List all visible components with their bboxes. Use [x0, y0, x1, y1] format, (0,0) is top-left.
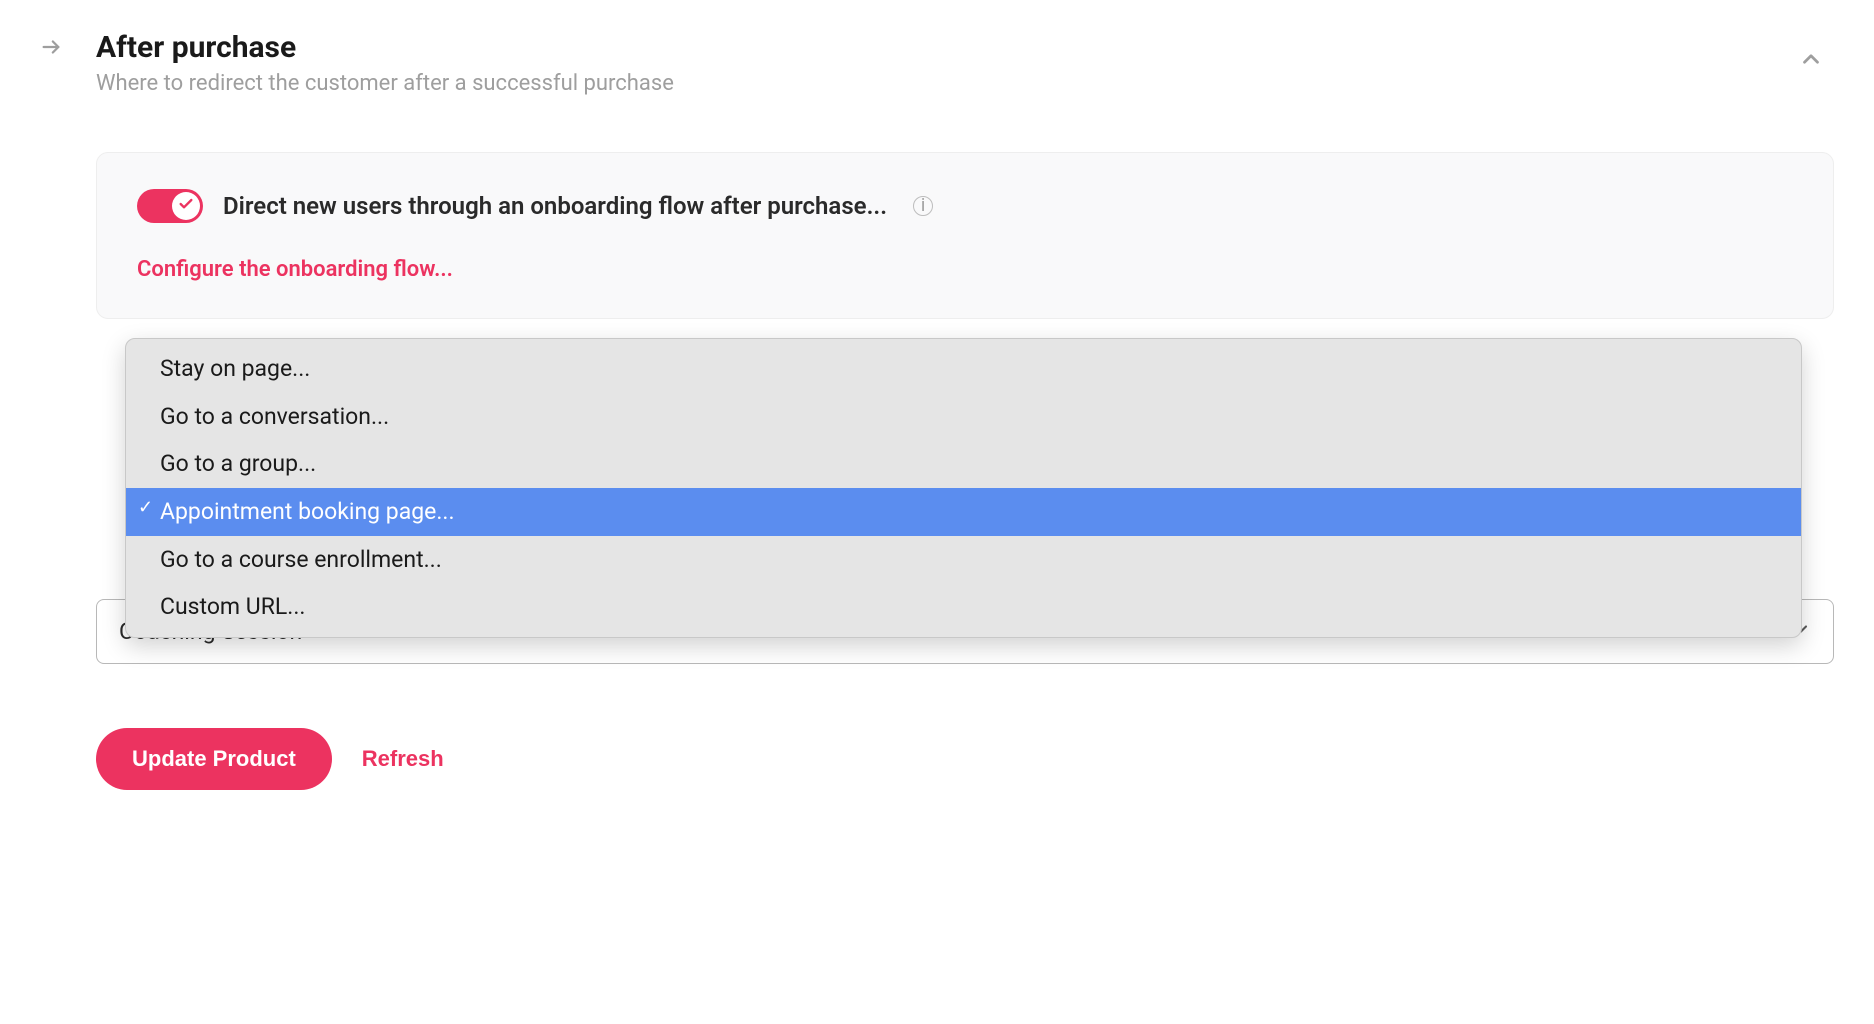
onboarding-toggle-label: Direct new users through an onboarding f…	[223, 192, 887, 220]
redirect-option[interactable]: Go to a group...	[126, 440, 1801, 488]
redirect-option[interactable]: Custom URL...	[126, 583, 1801, 631]
refresh-button[interactable]: Refresh	[362, 746, 444, 772]
update-product-button[interactable]: Update Product	[96, 728, 332, 790]
configure-onboarding-link[interactable]: Configure the onboarding flow...	[137, 257, 1793, 282]
section-subtitle: Where to redirect the customer after a s…	[96, 71, 674, 96]
settings-card: Direct new users through an onboarding f…	[96, 152, 1834, 319]
check-icon	[178, 196, 194, 216]
redirect-option[interactable]: Appointment booking page...	[126, 488, 1801, 536]
redirect-option[interactable]: Go to a conversation...	[126, 393, 1801, 441]
toggle-knob	[172, 192, 200, 220]
chevron-up-icon[interactable]	[1798, 46, 1824, 76]
redirect-options-dropdown: Stay on page...Go to a conversation...Go…	[125, 338, 1802, 638]
info-icon[interactable]: i	[913, 196, 933, 216]
onboarding-toggle[interactable]	[137, 189, 203, 223]
redirect-option[interactable]: Go to a course enrollment...	[126, 536, 1801, 584]
arrow-right-icon	[40, 36, 62, 62]
section-title: After purchase	[96, 30, 674, 65]
redirect-option[interactable]: Stay on page...	[126, 345, 1801, 393]
